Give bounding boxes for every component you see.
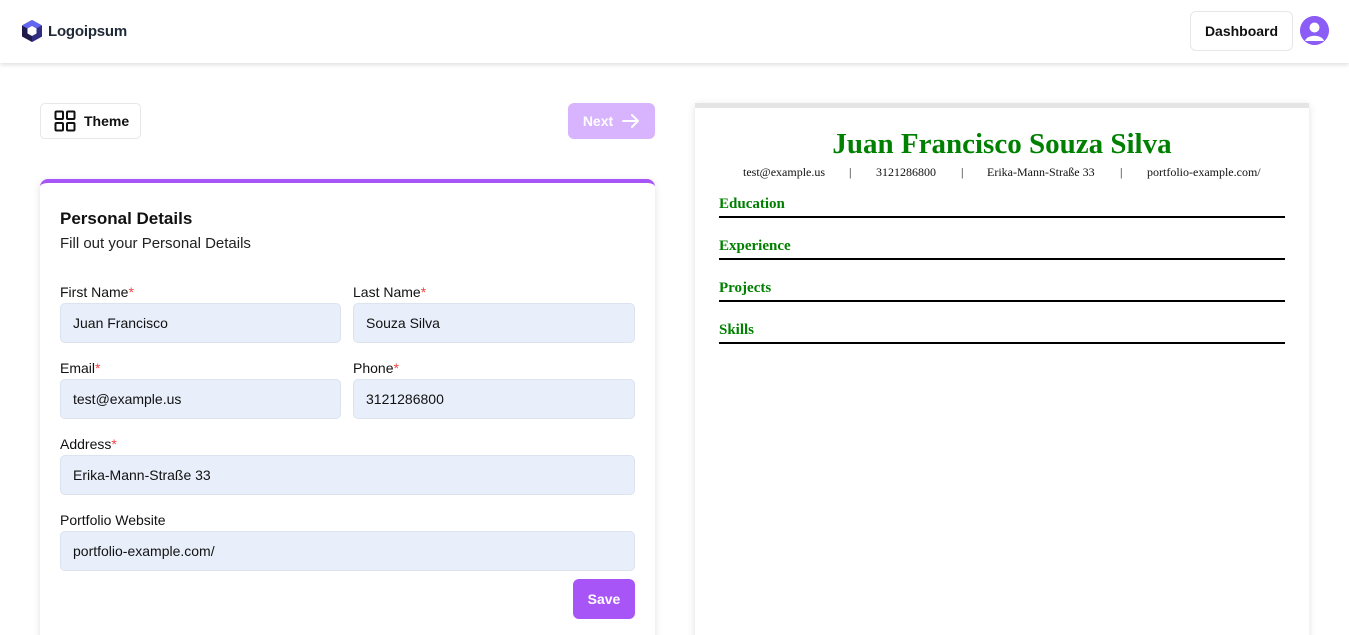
address-input[interactable]: Erika-Mann-Straße 33	[60, 455, 635, 495]
resume-section-skills: Skills	[719, 320, 1285, 344]
resume-address: Erika-Mann-Straße 33	[987, 165, 1095, 179]
contact-separator: |	[849, 165, 852, 179]
card-title: Personal Details	[60, 209, 193, 228]
first-name-label: First Name*	[60, 284, 134, 300]
grid-icon	[54, 110, 76, 132]
next-label: Next	[582, 113, 614, 129]
theme-button[interactable]: Theme	[40, 103, 141, 139]
user-icon	[1300, 16, 1329, 45]
arrow-right-icon	[622, 114, 640, 128]
resume-preview: Juan Francisco Souza Silva test@example.…	[695, 103, 1309, 635]
resume-name: Juan Francisco Souza Silva	[832, 128, 1172, 160]
first-name-input[interactable]: Juan Francisco	[60, 303, 341, 343]
phone-input[interactable]: 3121286800	[353, 379, 635, 419]
phone-label: Phone*	[353, 360, 399, 376]
resume-section-projects: Projects	[719, 278, 1285, 302]
contact-separator: |	[961, 165, 964, 179]
card-subtitle: Fill out your Personal Details	[60, 235, 251, 252]
resume-section-experience: Experience	[719, 236, 1285, 260]
resume-email: test@example.us	[743, 165, 826, 179]
theme-label: Theme	[84, 113, 130, 129]
hexagon-logo-icon	[22, 20, 42, 42]
last-name-input[interactable]: Souza Silva	[353, 303, 635, 343]
logo-text: Logoipsum	[48, 22, 128, 40]
user-avatar[interactable]	[1300, 16, 1329, 45]
resume-portfolio: portfolio-example.com/	[1147, 165, 1261, 179]
resume-section-education: Education	[719, 194, 1285, 218]
portfolio-label: Portfolio Website	[60, 512, 166, 528]
email-input[interactable]: test@example.us	[60, 379, 341, 419]
top-navbar: Logoipsum Dashboard	[0, 0, 1349, 63]
personal-details-card: Personal Details Fill out your Personal …	[40, 179, 655, 635]
resume-phone: 3121286800	[876, 165, 936, 179]
contact-separator: |	[1120, 165, 1123, 179]
address-label: Address*	[60, 436, 117, 452]
email-label: Email*	[60, 360, 101, 376]
next-button[interactable]: Next	[568, 103, 655, 139]
portfolio-input[interactable]: portfolio-example.com/	[60, 531, 635, 571]
last-name-label: Last Name*	[353, 284, 427, 300]
logo[interactable]: Logoipsum	[20, 19, 127, 43]
dashboard-button[interactable]: Dashboard	[1190, 11, 1293, 51]
save-button[interactable]: Save	[573, 579, 635, 619]
